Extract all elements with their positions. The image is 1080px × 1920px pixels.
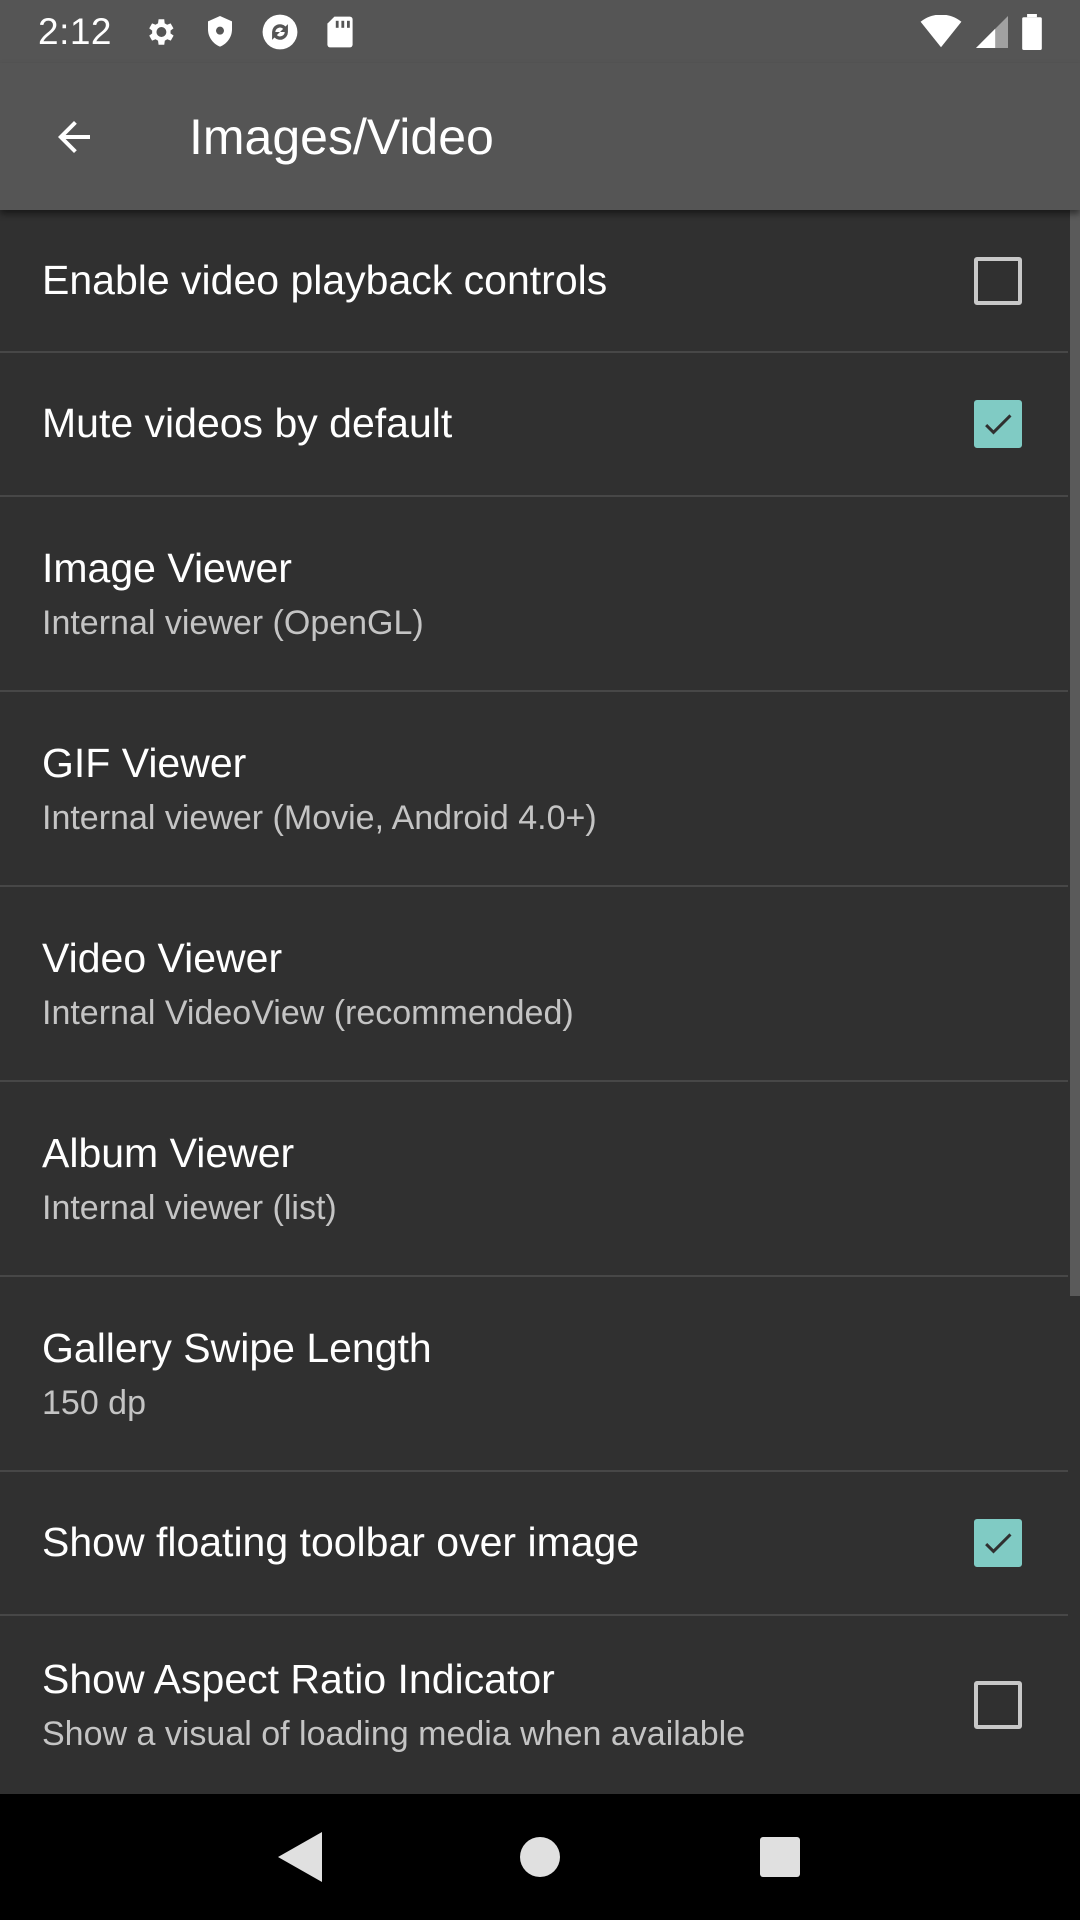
settings-icon	[140, 12, 180, 52]
pref-title: Mute videos by default	[42, 400, 453, 447]
pref-title: Gallery Swipe Length	[42, 1324, 432, 1371]
status-notification-icons	[140, 12, 360, 52]
checkbox-unchecked[interactable]	[974, 256, 1022, 305]
checkbox-unchecked[interactable]	[974, 1681, 1022, 1729]
preferences-list[interactable]: Enable video playback controls Mute vide…	[0, 210, 1080, 1794]
pref-title: Image Viewer	[42, 544, 292, 591]
page-title: Images/Video	[189, 108, 494, 165]
nav-recents-button[interactable]	[740, 1817, 820, 1897]
pref-text: Gallery Swipe Length 150 dp	[42, 1324, 432, 1424]
back-button[interactable]	[24, 87, 124, 187]
pref-gallery-swipe-length[interactable]: Gallery Swipe Length 150 dp	[0, 1277, 1068, 1472]
back-triangle-icon	[278, 1832, 322, 1882]
pref-text: Image Viewer Internal viewer (OpenGL)	[42, 544, 424, 644]
checkbox-checked[interactable]	[974, 400, 1022, 448]
checkbox-checked[interactable]	[974, 1519, 1022, 1567]
nav-back-button[interactable]	[260, 1817, 340, 1897]
pref-summary: Internal viewer (list)	[42, 1188, 337, 1227]
pref-text: Show Aspect Ratio Indicator Show a visua…	[42, 1655, 745, 1755]
sd-card-icon	[320, 12, 360, 52]
pref-mute-videos[interactable]: Mute videos by default	[0, 353, 1068, 497]
status-time: 2:12	[38, 10, 113, 52]
pref-text: Mute videos by default	[42, 399, 452, 448]
pref-summary: 150 dp	[42, 1383, 146, 1422]
pref-text: Show floating toolbar over image	[42, 1518, 639, 1567]
arrow-back-icon	[58, 120, 90, 153]
pref-text: Album Viewer Internal viewer (list)	[42, 1129, 337, 1229]
sync-icon	[260, 12, 300, 52]
pref-summary: Internal VideoView (recommended)	[42, 993, 574, 1032]
battery-icon	[1022, 13, 1042, 50]
pref-aspect-ratio-indicator[interactable]: Show Aspect Ratio Indicator Show a visua…	[0, 1616, 1068, 1794]
pref-image-viewer[interactable]: Image Viewer Internal viewer (OpenGL)	[0, 497, 1068, 692]
cellular-signal-icon	[976, 15, 1008, 49]
pref-album-viewer[interactable]: Album Viewer Internal viewer (list)	[0, 1082, 1068, 1277]
wifi-icon	[920, 14, 962, 49]
app-bar: Images/Video	[0, 63, 1080, 210]
pref-gif-viewer[interactable]: GIF Viewer Internal viewer (Movie, Andro…	[0, 692, 1068, 887]
pref-summary: Internal viewer (OpenGL)	[42, 603, 424, 642]
pref-title: Enable video playback controls	[42, 256, 608, 303]
check-icon	[985, 1533, 1012, 1554]
nav-home-button[interactable]	[500, 1817, 580, 1897]
pref-title: Show Aspect Ratio Indicator	[42, 1656, 555, 1702]
pref-summary: Show a visual of loading media when avai…	[42, 1715, 746, 1754]
recents-square-icon	[760, 1837, 800, 1877]
shield-icon	[200, 12, 240, 52]
pref-text: Enable video playback controls	[42, 256, 607, 305]
pref-floating-toolbar[interactable]: Show floating toolbar over image	[0, 1472, 1068, 1616]
pref-text: GIF Viewer Internal viewer (Movie, Andro…	[42, 739, 597, 839]
check-icon	[985, 414, 1012, 435]
pref-text: Video Viewer Internal VideoView (recomme…	[42, 934, 574, 1034]
pref-summary: Internal viewer (Movie, Android 4.0+)	[42, 798, 597, 837]
status-system-icons	[920, 13, 1042, 50]
pref-title: Video Viewer	[42, 934, 283, 981]
pref-enable-video-controls[interactable]: Enable video playback controls	[0, 210, 1068, 353]
scrollbar[interactable]	[1070, 210, 1080, 1296]
home-circle-icon	[520, 1837, 560, 1877]
pref-title: GIF Viewer	[42, 739, 247, 786]
pref-title: Album Viewer	[42, 1129, 295, 1176]
pref-video-viewer[interactable]: Video Viewer Internal VideoView (recomme…	[0, 887, 1068, 1082]
pref-title: Show floating toolbar over image	[42, 1519, 640, 1566]
status-bar: 2:12	[0, 0, 1080, 63]
navigation-bar	[0, 1794, 1080, 1920]
